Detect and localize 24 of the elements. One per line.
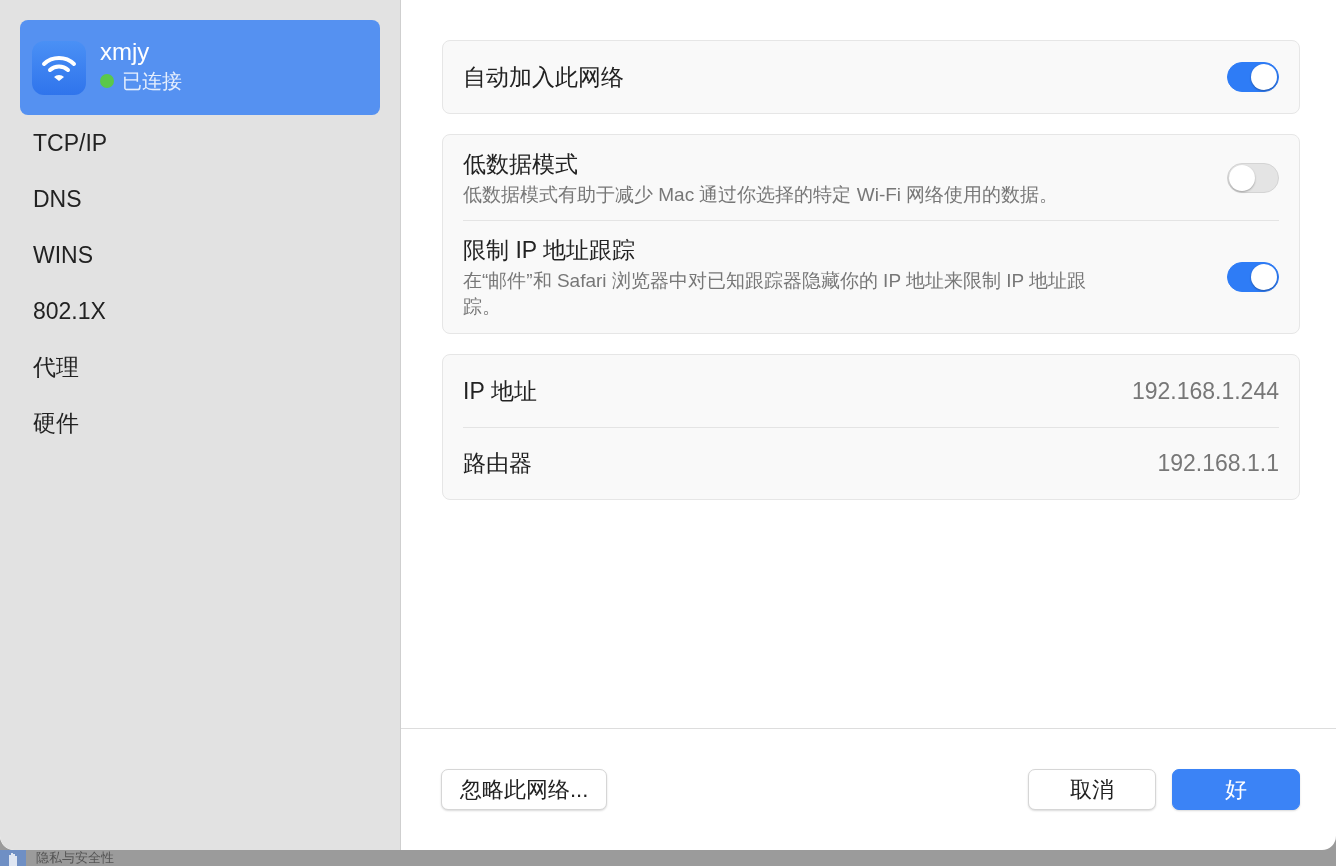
forget-network-button[interactable]: 忽略此网络... [441, 769, 608, 810]
setting-label: 限制 IP 地址跟踪 [463, 236, 637, 266]
sidebar-item[interactable]: WINS [20, 227, 380, 283]
background-item-label: 隐私与安全性 [36, 850, 114, 866]
sidebar-item[interactable]: TCP/IP [20, 115, 380, 171]
info-label: 路由器 [463, 449, 532, 479]
setting-description: 低数据模式有助于减少 Mac 通过你选择的特定 Wi-Fi 网络使用的数据。 [463, 182, 1059, 207]
info-label: IP 地址 [463, 376, 537, 406]
info-value: 192.168.1.1 [1157, 449, 1279, 479]
wifi-icon [32, 40, 86, 95]
toggle-switch[interactable] [1227, 62, 1279, 92]
info-value: 192.168.1.244 [1131, 376, 1279, 406]
cancel-button[interactable]: 取消 [1028, 769, 1156, 810]
network-name: xmjy [100, 39, 151, 66]
sidebar-item[interactable]: DNS [20, 171, 380, 227]
sidebar-item[interactable]: 802.1X [20, 283, 380, 339]
ok-button[interactable]: 好 [1172, 769, 1300, 810]
sidebar-item[interactable]: 硬件 [20, 395, 380, 451]
status-text: 已连接 [122, 68, 182, 94]
sidebar-item[interactable]: 代理 [20, 339, 380, 395]
toggle-switch[interactable] [1227, 261, 1279, 292]
setting-label: 自动加入此网络 [463, 62, 624, 92]
setting-label: 低数据模式 [463, 150, 579, 179]
setting-description: 在“邮件”和 Safari 浏览器中对已知跟踪器隐藏你的 IP 地址来限制 IP 地址跟踪。 [463, 268, 1088, 320]
